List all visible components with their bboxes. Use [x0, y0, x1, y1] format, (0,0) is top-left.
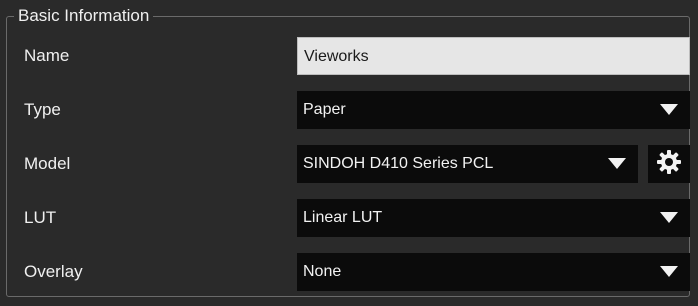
lut-value: Linear LUT	[303, 209, 383, 226]
lut-label: LUT	[24, 208, 57, 227]
type-row: Type Paper	[0, 87, 698, 133]
type-value: Paper	[303, 101, 346, 118]
overlay-row: Overlay None	[0, 249, 698, 295]
model-value: SINDOH D410 Series PCL	[303, 155, 494, 172]
lut-row: LUT Linear LUT	[0, 195, 698, 241]
model-settings-button[interactable]	[648, 145, 690, 183]
lut-dropdown[interactable]: Linear LUT	[297, 199, 690, 237]
model-dropdown[interactable]: SINDOH D410 Series PCL	[297, 145, 638, 183]
type-label: Type	[24, 100, 61, 119]
chevron-down-icon[interactable]	[596, 145, 638, 183]
model-label: Model	[24, 154, 71, 173]
overlay-value: None	[303, 263, 342, 280]
name-label: Name	[24, 46, 70, 65]
chevron-down-icon[interactable]	[648, 253, 690, 291]
name-input[interactable]: Vieworks	[297, 37, 690, 75]
gear-icon	[656, 149, 682, 180]
chevron-down-icon[interactable]	[648, 199, 690, 237]
model-row: Model SINDOH D410 Series PCL	[0, 141, 698, 187]
overlay-label: Overlay	[24, 262, 83, 281]
chevron-down-icon[interactable]	[648, 91, 690, 129]
type-dropdown[interactable]: Paper	[297, 91, 690, 129]
overlay-dropdown[interactable]: None	[297, 253, 690, 291]
name-row: Name Vieworks	[0, 33, 698, 79]
group-title: Basic Information	[14, 6, 154, 26]
